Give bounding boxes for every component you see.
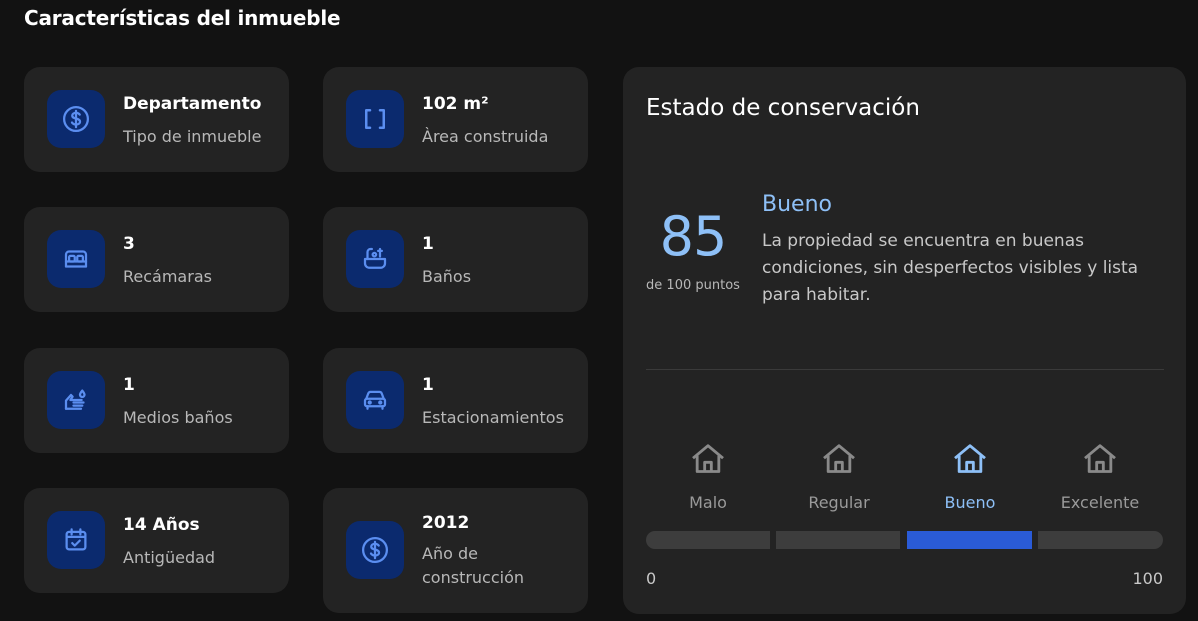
condition-name: Bueno — [762, 192, 832, 217]
feature-label: Año de construcción — [422, 544, 525, 587]
level-label: Excelente — [1060, 493, 1140, 512]
feature-card-build-year: 2012 Año de construcción — [323, 488, 588, 613]
bed-icon — [47, 230, 105, 288]
feature-card-half-baths: 1 Medios baños — [24, 348, 289, 453]
feature-card-property-type: Departamento Tipo de inmueble — [24, 67, 289, 172]
feature-label: Estacionamientos — [422, 408, 564, 427]
feature-value: 14 Años — [123, 515, 200, 535]
feature-label: Antigüedad — [123, 548, 216, 567]
house-icon — [1084, 444, 1116, 473]
condition-description: La propiedad se encuentra en buenas cond… — [762, 231, 1139, 305]
feature-value: 1 — [422, 375, 434, 395]
hand-wash-icon — [47, 371, 105, 429]
level-malo: Malo — [643, 439, 773, 512]
feature-card-built-area: 102 m² Àrea construida — [323, 67, 588, 172]
house-icon — [823, 444, 855, 473]
scale-min: 0 — [646, 569, 657, 588]
car-icon — [346, 371, 404, 429]
calendar-check-icon — [47, 511, 105, 569]
feature-label: Tipo de inmueble — [123, 127, 262, 146]
feature-value: 2012 — [422, 513, 470, 533]
feature-card-bathrooms: 1 Baños — [323, 207, 588, 312]
level-label: Bueno — [944, 493, 996, 512]
dollar-circle-icon — [47, 90, 105, 148]
feature-value: Departamento — [123, 94, 262, 114]
score-caption: de 100 puntos — [646, 278, 740, 293]
scale-segment-regular — [776, 531, 900, 549]
house-icon — [692, 444, 724, 473]
level-label: Regular — [808, 493, 870, 512]
level-bueno: Bueno — [905, 439, 1035, 512]
conservation-panel: Estado de conservación 85 de 100 puntos … — [623, 67, 1186, 614]
feature-card-parking: 1 Estacionamientos — [323, 348, 588, 453]
feature-value: 102 m² — [422, 94, 489, 114]
divider — [646, 369, 1164, 370]
level-regular: Regular — [774, 439, 904, 512]
feature-value: 3 — [123, 234, 135, 254]
scale-segment-malo — [646, 531, 770, 549]
dollar-circle-icon — [346, 521, 404, 579]
feature-card-age: 14 Años Antigüedad — [24, 488, 289, 593]
level-excelente: Excelente — [1035, 439, 1165, 512]
feature-label: Medios baños — [123, 408, 233, 427]
feature-label: Recámaras — [123, 267, 212, 286]
brackets-icon — [346, 90, 404, 148]
feature-card-bedrooms: 3 Recámaras — [24, 207, 289, 312]
scale-segment-bueno — [907, 531, 1032, 549]
feature-value: 1 — [123, 375, 135, 395]
section-title: Características del inmueble — [24, 6, 341, 30]
bathtub-icon — [346, 230, 404, 288]
feature-label: Baños — [422, 267, 472, 286]
panel-title: Estado de conservación — [646, 95, 920, 121]
score-value: 85 — [659, 205, 728, 268]
scale-max: 100 — [1132, 569, 1163, 588]
feature-label: Àrea construida — [422, 127, 549, 146]
scale-segment-excelente — [1038, 531, 1163, 549]
level-label: Malo — [689, 493, 727, 512]
house-icon — [954, 444, 986, 473]
feature-value: 1 — [422, 234, 434, 254]
